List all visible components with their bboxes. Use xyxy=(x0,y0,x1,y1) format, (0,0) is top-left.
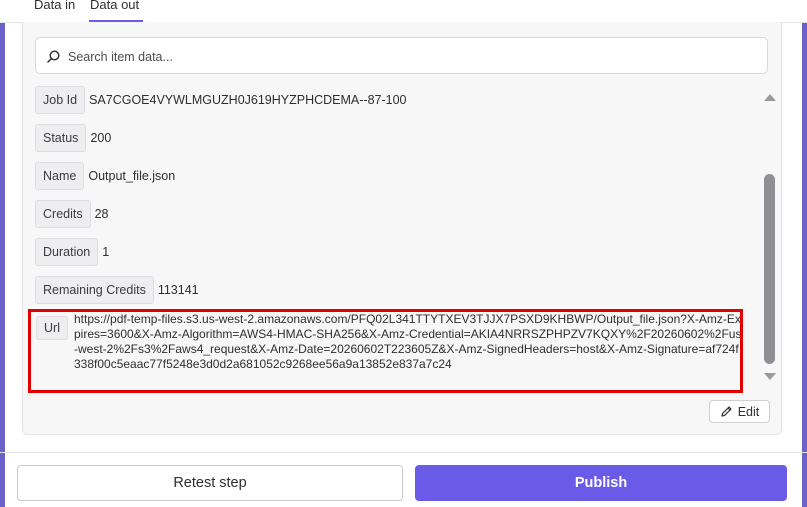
field-row-credits: Credits 28 xyxy=(35,200,109,228)
tab-bar: Data in Data out xyxy=(0,0,807,23)
tab-data-out[interactable]: Data out xyxy=(90,0,139,12)
left-frame-edge xyxy=(0,0,5,507)
scroll-down-arrow-icon[interactable] xyxy=(764,373,776,380)
edit-button-label: Edit xyxy=(737,404,760,419)
field-row-remaining-credits: Remaining Credits 113141 xyxy=(35,276,199,304)
field-key: Job Id xyxy=(35,86,86,114)
field-value: 1 xyxy=(102,245,110,259)
edit-button[interactable]: Edit xyxy=(709,400,770,423)
field-row-name: Name Output_file.json xyxy=(35,162,175,190)
footer-divider xyxy=(0,452,807,453)
field-key: Duration xyxy=(35,238,99,266)
field-row-duration: Duration 1 xyxy=(35,238,109,266)
field-row-job-id: Job Id SA7CGOE4VYWLMGUZH0J619HYZPHCDEMA-… xyxy=(35,86,407,114)
scrollbar-thumb[interactable] xyxy=(764,174,775,364)
field-value: 113141 xyxy=(157,283,199,297)
field-value: Output_file.json xyxy=(88,169,176,183)
search-icon xyxy=(47,50,60,63)
field-value: 28 xyxy=(94,207,109,221)
field-value: 200 xyxy=(90,131,112,145)
field-value: SA7CGOE4VYWLMGUZH0J619HYZPHCDEMA--87-100 xyxy=(89,93,407,107)
retest-step-label: Retest step xyxy=(173,475,247,491)
field-key: Status xyxy=(35,124,87,152)
pencil-icon xyxy=(721,406,732,417)
publish-label: Publish xyxy=(574,475,628,491)
url-highlight-box xyxy=(28,309,743,393)
field-key: Remaining Credits xyxy=(35,276,154,304)
field-key: Name xyxy=(35,162,85,190)
search-box[interactable] xyxy=(35,37,768,74)
publish-button[interactable]: Publish xyxy=(415,465,787,501)
scroll-up-arrow-icon[interactable] xyxy=(764,94,776,101)
search-input[interactable] xyxy=(66,46,760,68)
retest-step-button[interactable]: Retest step xyxy=(17,465,403,501)
field-key: Credits xyxy=(35,200,91,228)
field-row-status: Status 200 xyxy=(35,124,111,152)
right-frame-edge xyxy=(802,0,807,507)
tab-data-in[interactable]: Data in xyxy=(34,0,75,12)
